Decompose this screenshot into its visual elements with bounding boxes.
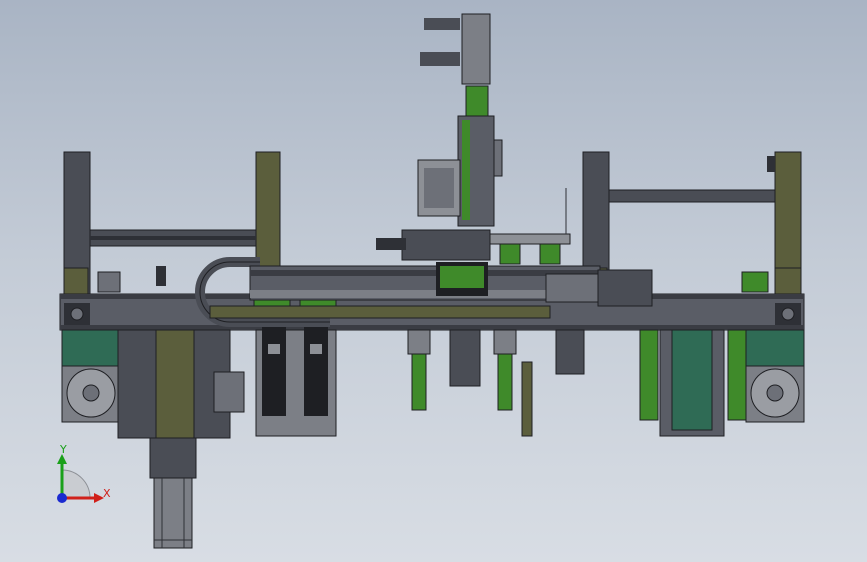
left-frame xyxy=(63,151,281,298)
cad-assembly-drawing xyxy=(57,13,805,549)
axis-z-dot xyxy=(57,493,67,503)
hanging-cylinders xyxy=(407,329,747,437)
coordinate-triad xyxy=(57,454,104,503)
axis-y-label: Y xyxy=(60,443,67,456)
z-axis-module xyxy=(376,13,571,265)
left-lower-motor xyxy=(61,329,121,423)
left-vertical-column xyxy=(117,329,245,549)
right-lower-motor xyxy=(745,329,805,423)
axis-x-label: X xyxy=(103,487,111,500)
